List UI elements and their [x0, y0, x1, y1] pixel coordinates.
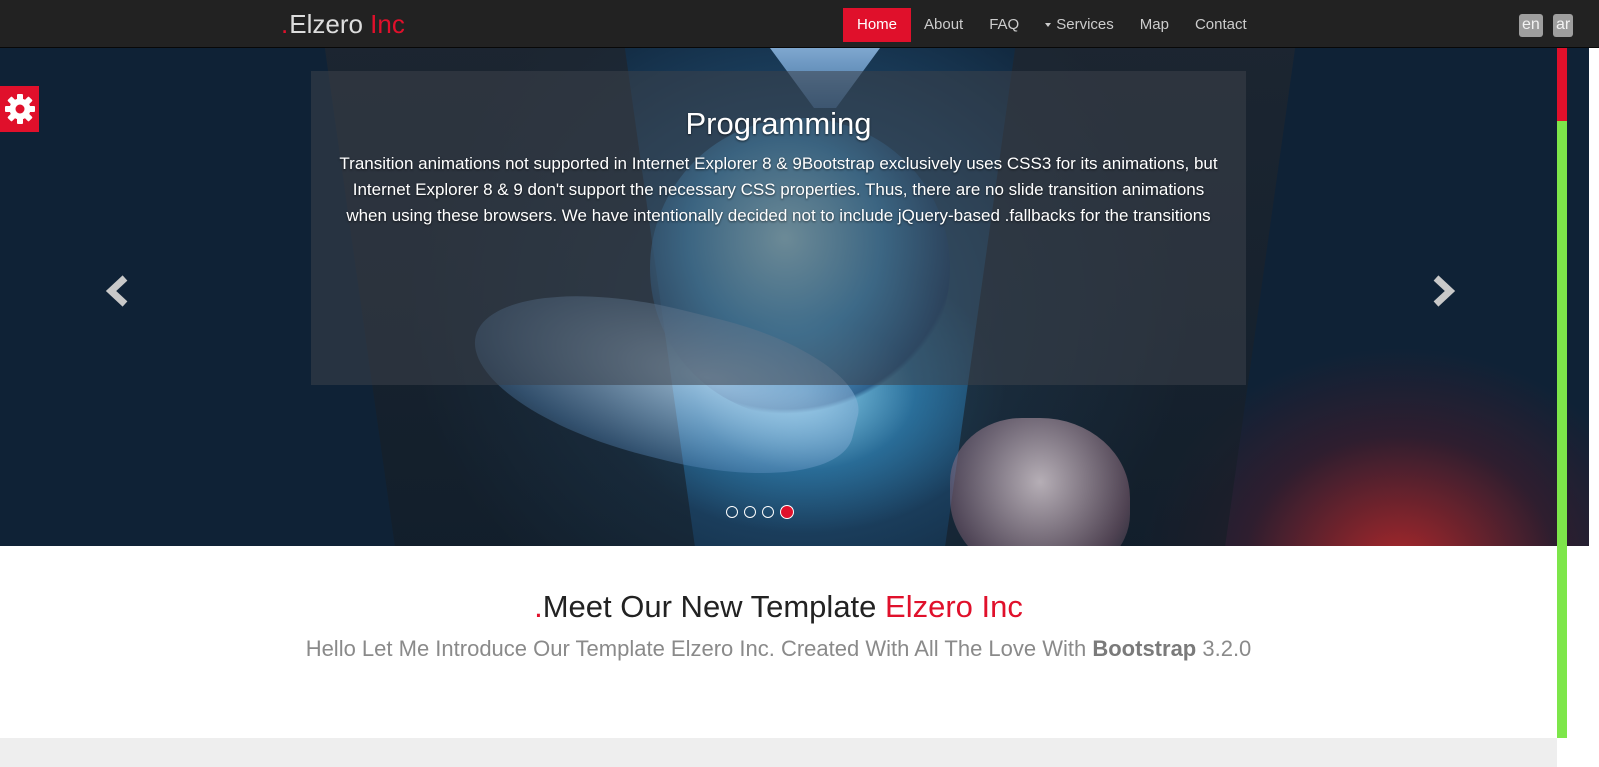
intro-heading: .Meet Our New Template Elzero Inc [0, 588, 1557, 626]
nav-item-services[interactable]: Services [1032, 8, 1127, 42]
nav-label: FAQ [989, 16, 1020, 33]
chevron-left-icon [105, 275, 128, 307]
carousel-indicators [726, 505, 794, 519]
carousel-next-button[interactable] [1428, 274, 1458, 308]
carousel-prev-button[interactable] [103, 274, 133, 308]
page-scrollbar-thumb[interactable] [1557, 48, 1567, 121]
caret-down-icon [1045, 23, 1052, 27]
navbar: .Elzero Inc Home About FAQ Services Map … [0, 0, 1599, 48]
nav-item-contact[interactable]: Contact [1182, 8, 1260, 42]
brand-suffix: Inc [370, 9, 405, 39]
nav-item-about[interactable]: About [911, 8, 976, 42]
heading-accent: Elzero Inc [885, 589, 1023, 624]
carousel-indicator-3[interactable] [762, 506, 774, 518]
carousel-indicator-1[interactable] [726, 506, 738, 518]
next-section-band [0, 738, 1557, 767]
settings-toggle[interactable] [0, 86, 39, 132]
heading-dot: . [534, 589, 543, 624]
brand-dot: . [281, 9, 289, 39]
nav-label: Services [1056, 16, 1114, 33]
carousel-indicator-2[interactable] [744, 506, 756, 518]
caption-title: Programming [685, 106, 872, 141]
hero-carousel: Programming Transition animations not su… [0, 48, 1589, 546]
nav-label: Home [857, 16, 898, 33]
heading-text: Meet Our New Template [542, 589, 886, 624]
intro-subtext: Hello Let Me Introduce Our Template Elze… [0, 634, 1557, 664]
chevron-right-icon [1433, 275, 1456, 307]
subtext-version: 3.2.0 [1196, 636, 1252, 661]
nav-label: About [924, 16, 964, 33]
main-nav: Home About FAQ Services Map Contact [843, 8, 1260, 42]
carousel-caption: Programming Transition animations not su… [311, 71, 1246, 385]
gear-icon [4, 94, 35, 124]
nav-item-home[interactable]: Home [843, 8, 912, 42]
nav-label: Contact [1194, 16, 1247, 33]
subtext-bold: Bootstrap [1092, 636, 1197, 661]
brand-logo[interactable]: .Elzero Inc [281, 10, 405, 38]
nav-item-faq[interactable]: FAQ [976, 8, 1032, 42]
nav-item-map[interactable]: Map [1127, 8, 1182, 42]
language-ar-button[interactable]: ar [1553, 14, 1574, 37]
language-en-button[interactable]: en [1519, 14, 1543, 37]
brand-name: Elzero [289, 9, 363, 39]
caption-text: Transition animations not supported in I… [339, 154, 1218, 225]
intro-section: .Meet Our New Template Elzero Inc Hello … [0, 546, 1557, 664]
nav-label: Map [1139, 16, 1169, 33]
page-scrollbar-track[interactable] [1557, 48, 1567, 738]
carousel-indicator-4[interactable] [780, 505, 794, 519]
subtext-main: Hello Let Me Introduce Our Template Elze… [305, 636, 1093, 661]
